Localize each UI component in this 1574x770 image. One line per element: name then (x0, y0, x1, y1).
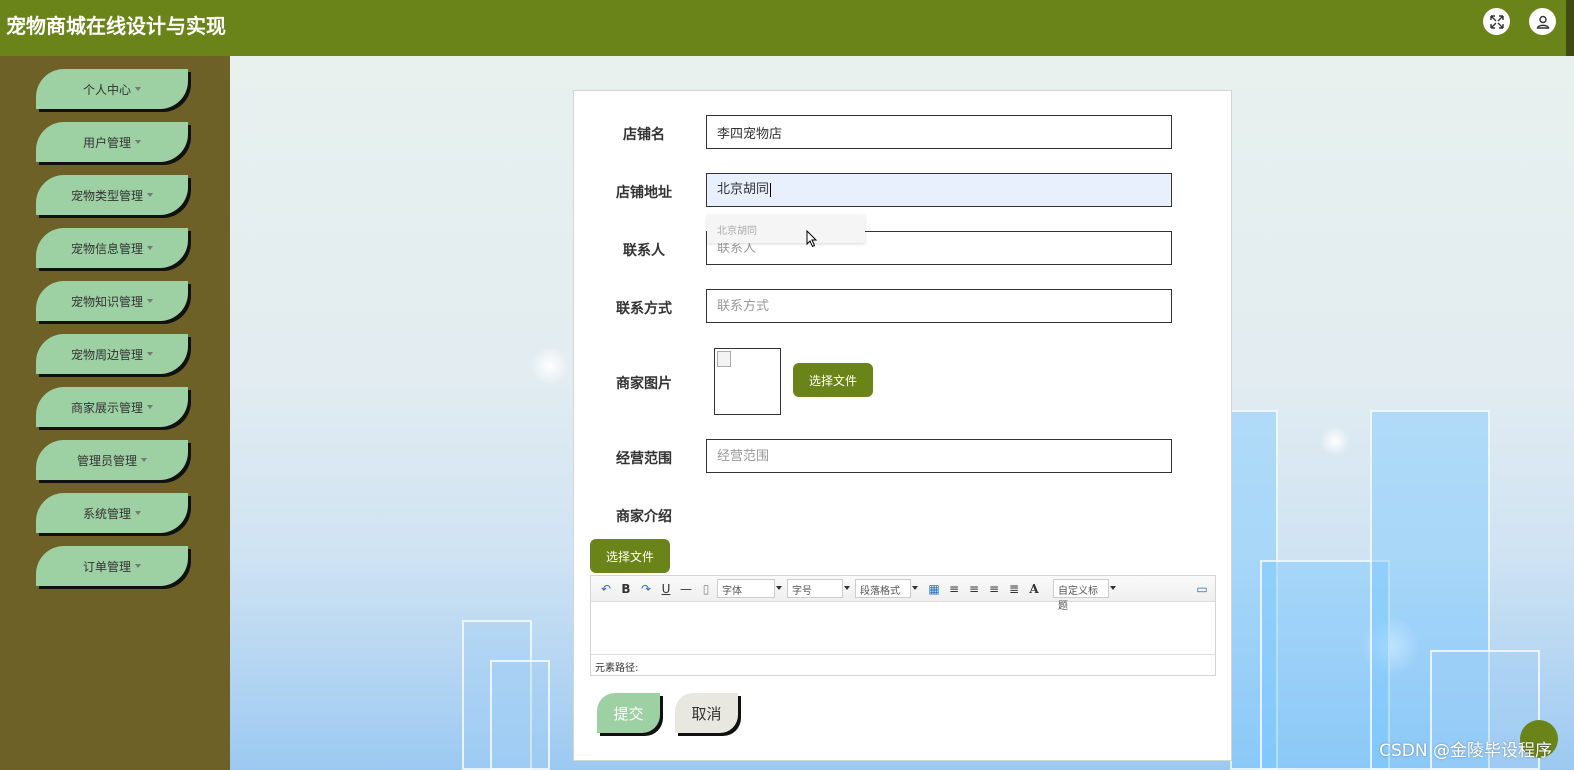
top-bar: 宠物商城在线设计与实现 (0, 0, 1574, 56)
bold-icon[interactable]: B (617, 580, 635, 598)
rich-text-editor: ↶ B ↷ U — ▯ 字体 字号 段落格式 ▦ ≡ ≡ ≡ ≣ A 自定义标题… (590, 575, 1216, 676)
business-scope-label: 经营范围 (616, 451, 672, 467)
horizontal-rule-icon[interactable]: — (677, 580, 695, 598)
sidebar-item-label: 宠物周边管理 (70, 347, 143, 362)
autocomplete-suggestion[interactable]: 北京胡同 (707, 215, 865, 243)
sidebar-item-label: 宠物类型管理 (70, 188, 143, 203)
dropdown-arrow-icon (1110, 586, 1116, 590)
scrollbar[interactable] (1566, 0, 1574, 56)
align-center-icon[interactable]: ≡ (985, 580, 1003, 598)
sidebar-item-personal-center[interactable]: 个人中心 (36, 69, 188, 109)
font-size-value: 字号 (792, 586, 812, 597)
caret-down-icon (141, 458, 147, 462)
sidebar-item-admin-management[interactable]: 管理员管理 (36, 440, 188, 480)
light-glow (1320, 426, 1350, 456)
contact-method-input[interactable] (706, 289, 1172, 323)
sidebar-item-user-management[interactable]: 用户管理 (36, 122, 188, 162)
paragraph-format-value: 段落格式 (860, 586, 900, 597)
caret-down-icon (147, 246, 153, 250)
light-glow (530, 346, 570, 386)
align-justify-icon[interactable]: ≣ (1005, 580, 1023, 598)
sidebar-item-system-management[interactable]: 系统管理 (36, 493, 188, 533)
sidebar-item-label: 订单管理 (82, 559, 131, 574)
preview-icon[interactable]: ▭ (1193, 580, 1211, 598)
cancel-label: 取消 (691, 704, 722, 723)
paragraph-format-select[interactable]: 段落格式 (855, 579, 918, 598)
sidebar-item-pet-type-management[interactable]: 宠物类型管理 (36, 175, 188, 215)
caret-down-icon (147, 193, 153, 197)
caret-down-icon (135, 511, 141, 515)
choose-file-label: 选择文件 (605, 549, 654, 564)
suggestion-text: 北京胡同 (717, 226, 757, 237)
submit-button[interactable]: 提交 (597, 693, 660, 733)
dropdown-arrow-icon (776, 586, 782, 590)
broken-image-icon (717, 351, 731, 367)
contact-method-label: 联系方式 (616, 301, 672, 317)
font-size-select[interactable]: 字号 (787, 579, 850, 598)
business-scope-input[interactable] (706, 439, 1172, 473)
custom-title-select[interactable]: 自定义标题 (1053, 579, 1116, 612)
merchant-image-preview (714, 348, 781, 415)
align-right-icon[interactable]: ≡ (965, 580, 983, 598)
caret-down-icon (135, 140, 141, 144)
editor-status-bar: 元素路径: (591, 654, 1215, 675)
sidebar-item-label: 管理员管理 (76, 453, 137, 468)
caret-down-icon (135, 87, 141, 91)
font-color-icon[interactable]: A (1025, 580, 1043, 598)
sidebar-item-label: 个人中心 (82, 82, 131, 97)
sidebar-item-label: 商家展示管理 (70, 400, 143, 415)
sidebar-item-pet-info-management[interactable]: 宠物信息管理 (36, 228, 188, 268)
city-building (490, 660, 550, 770)
sidebar-item-order-management[interactable]: 订单管理 (36, 546, 188, 586)
watermark: CSDN @金陵毕设程序 (1379, 741, 1552, 761)
sidebar-item-merchant-display-management[interactable]: 商家展示管理 (36, 387, 188, 427)
cancel-button[interactable]: 取消 (675, 693, 738, 733)
merchant-image-label: 商家图片 (616, 376, 672, 392)
redo-icon[interactable]: ↷ (637, 580, 655, 598)
sidebar-item-pet-knowledge-management[interactable]: 宠物知识管理 (36, 281, 188, 321)
table-icon[interactable]: ▦ (925, 580, 943, 598)
sidebar: 个人中心 用户管理 宠物类型管理 宠物信息管理 宠物知识管理 宠物周边管理 商家… (0, 56, 230, 770)
sidebar-item-pet-accessories-management[interactable]: 宠物周边管理 (36, 334, 188, 374)
editor-content-area[interactable] (591, 602, 1215, 654)
caret-down-icon (147, 405, 153, 409)
mouse-cursor-icon (806, 230, 818, 248)
dropdown-arrow-icon (912, 586, 918, 590)
submit-label: 提交 (613, 704, 644, 723)
text-caret (770, 182, 772, 197)
fullscreen-icon[interactable] (1483, 8, 1510, 35)
shop-address-label: 店铺地址 (616, 185, 672, 201)
shop-address-input[interactable]: 北京胡同 (706, 173, 1172, 207)
app-title: 宠物商城在线设计与实现 (6, 14, 226, 38)
underline-icon[interactable]: U (657, 580, 675, 598)
sidebar-item-label: 宠物知识管理 (70, 294, 143, 309)
sidebar-item-label: 用户管理 (82, 135, 131, 150)
caret-down-icon (147, 352, 153, 356)
shop-address-value: 北京胡同 (717, 182, 770, 197)
merchant-image-choose-file-button[interactable]: 选择文件 (793, 363, 873, 397)
shop-name-label: 店铺名 (623, 127, 665, 143)
contact-person-label: 联系人 (623, 243, 665, 259)
align-left-icon[interactable]: ≡ (945, 580, 963, 598)
caret-down-icon (147, 299, 153, 303)
sidebar-item-label: 系统管理 (82, 506, 131, 521)
paste-plain-icon[interactable]: ▯ (697, 580, 715, 598)
editor-toolbar: ↶ B ↷ U — ▯ 字体 字号 段落格式 ▦ ≡ ≡ ≡ ≣ A 自定义标题… (591, 576, 1215, 612)
font-family-value: 字体 (722, 586, 742, 597)
dropdown-arrow-icon (844, 586, 850, 590)
user-icon[interactable] (1529, 8, 1556, 35)
merchant-intro-label: 商家介绍 (616, 509, 672, 525)
undo-icon[interactable]: ↶ (597, 580, 615, 598)
merchant-intro-choose-file-button[interactable]: 选择文件 (590, 539, 670, 573)
font-family-select[interactable]: 字体 (717, 579, 782, 598)
choose-file-label: 选择文件 (808, 373, 857, 388)
caret-down-icon (135, 564, 141, 568)
sidebar-item-label: 宠物信息管理 (70, 241, 143, 256)
shop-name-input[interactable] (706, 115, 1172, 149)
